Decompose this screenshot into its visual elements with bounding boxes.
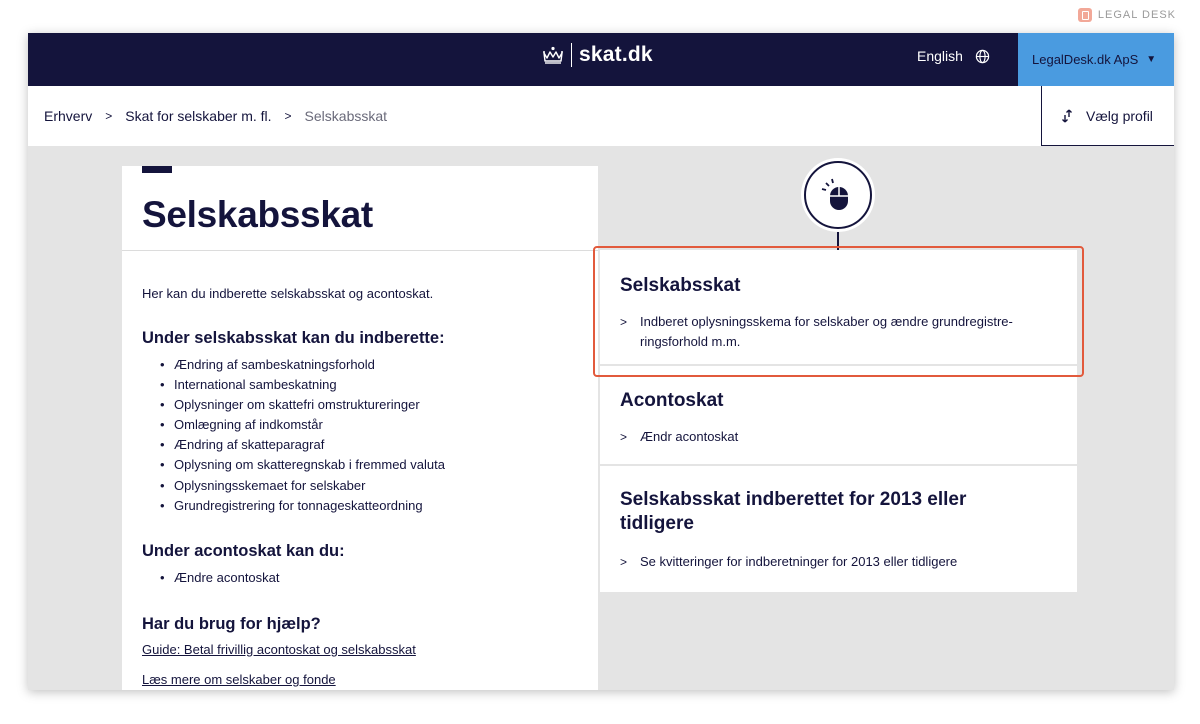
chevron-right-icon: > xyxy=(620,555,628,569)
card-link-kvitteringer[interactable]: > Se kvitteringer for indberetninger for… xyxy=(620,552,957,572)
breadcrumb-skat-for-selskaber[interactable]: Skat for selskaber m. fl. xyxy=(125,108,271,124)
select-profile-button[interactable]: Vælg profil xyxy=(1041,86,1174,146)
swap-arrows-icon xyxy=(1062,109,1072,122)
card-heading-line: tidligere xyxy=(620,513,694,534)
browser-screenshot: skat.dk English LegalDesk.dk ApS ▼ Erhve… xyxy=(28,33,1174,690)
chevron-right-icon: > xyxy=(284,109,292,123)
title-accent-bar xyxy=(142,166,172,173)
help-heading: Har du brug for hjælp? xyxy=(142,615,321,633)
read-more-link[interactable]: Læs mere om selskaber og fonde xyxy=(142,672,336,687)
account-dropdown[interactable]: LegalDesk.dk ApS ▼ xyxy=(1018,33,1174,86)
highlight-outline xyxy=(593,246,1084,377)
breadcrumb: Erhverv > Skat for selskaber m. fl. > Se… xyxy=(44,108,387,124)
brand-separator xyxy=(571,43,572,67)
caret-down-icon: ▼ xyxy=(1146,54,1157,65)
breadcrumb-erhverv[interactable]: Erhverv xyxy=(44,108,92,124)
language-label: English xyxy=(917,48,963,64)
intro-text: Her kan du indberette selskabsskat og ac… xyxy=(142,286,434,301)
legal-desk-watermark: LEGAL DESK xyxy=(1077,8,1176,22)
selskabsskat-list: Ændring af sambeskatningsforhold Interna… xyxy=(160,355,445,516)
card-heading: Acontoskat xyxy=(620,390,724,411)
crown-icon xyxy=(543,46,563,64)
chevron-right-icon: > xyxy=(620,430,628,444)
card-link-text: Ændr acontoskat xyxy=(640,429,739,444)
list-item: Oplysninger om skattefri omstrukturering… xyxy=(160,395,445,415)
list-item: Oplysning om skatteregnskab i fremmed va… xyxy=(160,455,445,475)
divider xyxy=(122,250,598,251)
list-item: Omlægning af indkomstår xyxy=(160,415,445,435)
select-profile-label: Vælg profil xyxy=(1086,107,1153,124)
card-acontoskat: Acontoskat > Ændr acontoskat xyxy=(600,366,1077,464)
card-link-text: Se kvitteringer for indberetninger for 2… xyxy=(640,554,958,569)
top-navigation-bar: skat.dk English LegalDesk.dk ApS ▼ xyxy=(28,33,1174,86)
card-heading: Selskabsskat indberettet for 2013 eller … xyxy=(620,488,966,536)
breadcrumb-current: Selskabsskat xyxy=(304,108,388,124)
globe-icon xyxy=(975,49,990,63)
section-heading-acontoskat: Under acontoskat kan du: xyxy=(142,542,345,560)
list-item: Oplysningsskemaet for selskaber xyxy=(160,476,445,496)
page-title: Selskabsskat xyxy=(142,194,373,235)
breadcrumb-bar: Erhverv > Skat for selskaber m. fl. > Se… xyxy=(28,86,1174,146)
language-switch[interactable]: English xyxy=(917,48,990,64)
card-selskabsskat-2013: Selskabsskat indberettet for 2013 eller … xyxy=(600,466,1077,592)
list-item: Grundregistrering for tonnageskatteordni… xyxy=(160,496,445,516)
list-item: Ændring af skatteparagraf xyxy=(160,435,445,455)
card-heading-line: Selskabsskat indberettet for 2013 eller xyxy=(620,489,967,510)
brand-name: skat.dk xyxy=(579,43,653,66)
chevron-right-icon: > xyxy=(105,109,113,123)
mouse-click-icon xyxy=(821,178,848,210)
account-name: LegalDesk.dk ApS xyxy=(1032,52,1139,67)
content-panel: Selskabsskat Her kan du indberette selsk… xyxy=(122,166,598,690)
legal-desk-logo-icon xyxy=(1077,8,1092,22)
mouse-badge xyxy=(804,161,872,229)
list-item: Ændring af sambeskatningsforhold xyxy=(160,355,445,375)
list-item: Ændre acontoskat xyxy=(160,568,280,588)
section-heading-selskabsskat: Under selskabsskat kan du indberette: xyxy=(142,329,445,347)
skat-logo[interactable]: skat.dk xyxy=(541,43,653,67)
watermark-label: LEGAL DESK xyxy=(1097,9,1176,21)
card-link-aendr-acontoskat[interactable]: > Ændr acontoskat xyxy=(620,427,738,447)
guide-link[interactable]: Guide: Betal frivillig acontoskat og sel… xyxy=(142,642,416,657)
list-item: International sambeskatning xyxy=(160,375,445,395)
acontoskat-list: Ændre acontoskat xyxy=(160,568,280,588)
